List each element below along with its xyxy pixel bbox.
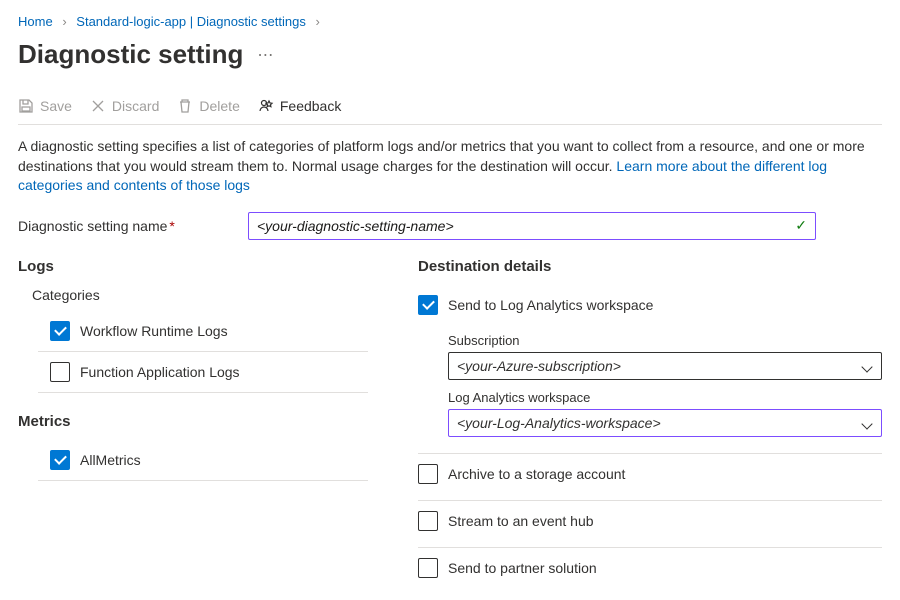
log-category-label: Function Application Logs (80, 364, 240, 380)
chevron-down-icon (863, 418, 873, 428)
close-icon (90, 98, 106, 114)
chevron-down-icon (863, 361, 873, 371)
trash-icon (177, 98, 193, 114)
logs-header: Logs (18, 258, 378, 275)
page-header: Diagnostic setting ⋯ (18, 39, 882, 70)
name-field-row: Diagnostic setting name* <your-diagnosti… (18, 212, 882, 240)
function-application-logs-checkbox[interactable] (50, 362, 70, 382)
workspace-label: Log Analytics workspace (448, 390, 882, 405)
save-icon (18, 98, 34, 114)
log-category-label: Workflow Runtime Logs (80, 323, 228, 339)
chevron-right-icon: › (315, 14, 319, 29)
destination-label: Send to partner solution (448, 560, 597, 576)
page-title: Diagnostic setting (18, 39, 243, 70)
more-actions-button[interactable]: ⋯ (257, 45, 275, 65)
name-field-label: Diagnostic setting name* (18, 218, 238, 234)
destination-label: Send to Log Analytics workspace (448, 297, 653, 313)
save-label: Save (40, 98, 72, 114)
destination-header: Destination details (418, 258, 882, 275)
destination-event-hub: Stream to an event hub (418, 501, 882, 548)
chevron-right-icon: › (62, 14, 66, 29)
workspace-value: <your-Log-Analytics-workspace> (457, 415, 661, 431)
destination-label: Archive to a storage account (448, 466, 625, 482)
archive-storage-checkbox[interactable] (418, 464, 438, 484)
subscription-label: Subscription (448, 333, 882, 348)
diagnostic-setting-name-input[interactable]: <your-diagnostic-setting-name> ✓ (248, 212, 816, 240)
discard-label: Discard (112, 98, 159, 114)
feedback-button[interactable]: Feedback (258, 98, 341, 114)
metric-category-label: AllMetrics (80, 452, 141, 468)
all-metrics-checkbox[interactable] (50, 450, 70, 470)
subscription-value: <your-Azure-subscription> (457, 358, 621, 374)
destination-label: Stream to an event hub (448, 513, 594, 529)
destination-log-analytics: Send to Log Analytics workspace Subscrip… (418, 285, 882, 454)
breadcrumb-parent[interactable]: Standard-logic-app | Diagnostic settings (76, 14, 306, 29)
feedback-label: Feedback (280, 98, 341, 114)
logs-metrics-column: Logs Categories Workflow Runtime Logs Fu… (18, 258, 378, 481)
send-to-log-analytics-checkbox[interactable] (418, 295, 438, 315)
subscription-select[interactable]: <your-Azure-subscription> (448, 352, 882, 380)
required-indicator: * (169, 218, 174, 234)
log-category-row: Function Application Logs (38, 352, 368, 393)
destination-storage: Archive to a storage account (418, 454, 882, 501)
toolbar: Save Discard Delete Feedback (18, 90, 882, 125)
partner-solution-checkbox[interactable] (418, 558, 438, 578)
breadcrumb: Home › Standard-logic-app | Diagnostic s… (18, 12, 882, 35)
workflow-runtime-logs-checkbox[interactable] (50, 321, 70, 341)
save-button[interactable]: Save (18, 98, 72, 114)
checkmark-icon: ✓ (795, 217, 807, 234)
delete-button[interactable]: Delete (177, 98, 239, 114)
delete-label: Delete (199, 98, 239, 114)
description: A diagnostic setting specifies a list of… (18, 137, 878, 196)
event-hub-checkbox[interactable] (418, 511, 438, 531)
feedback-icon (258, 98, 274, 114)
name-field-value: <your-diagnostic-setting-name> (257, 218, 454, 234)
log-analytics-workspace-select[interactable]: <your-Log-Analytics-workspace> (448, 409, 882, 437)
discard-button[interactable]: Discard (90, 98, 159, 114)
metrics-header: Metrics (18, 413, 378, 430)
breadcrumb-home[interactable]: Home (18, 14, 53, 29)
metric-category-row: AllMetrics (38, 440, 368, 481)
destination-partner: Send to partner solution (418, 548, 882, 594)
categories-header: Categories (32, 287, 378, 303)
destination-column: Destination details Send to Log Analytic… (418, 258, 882, 594)
log-category-row: Workflow Runtime Logs (38, 311, 368, 352)
